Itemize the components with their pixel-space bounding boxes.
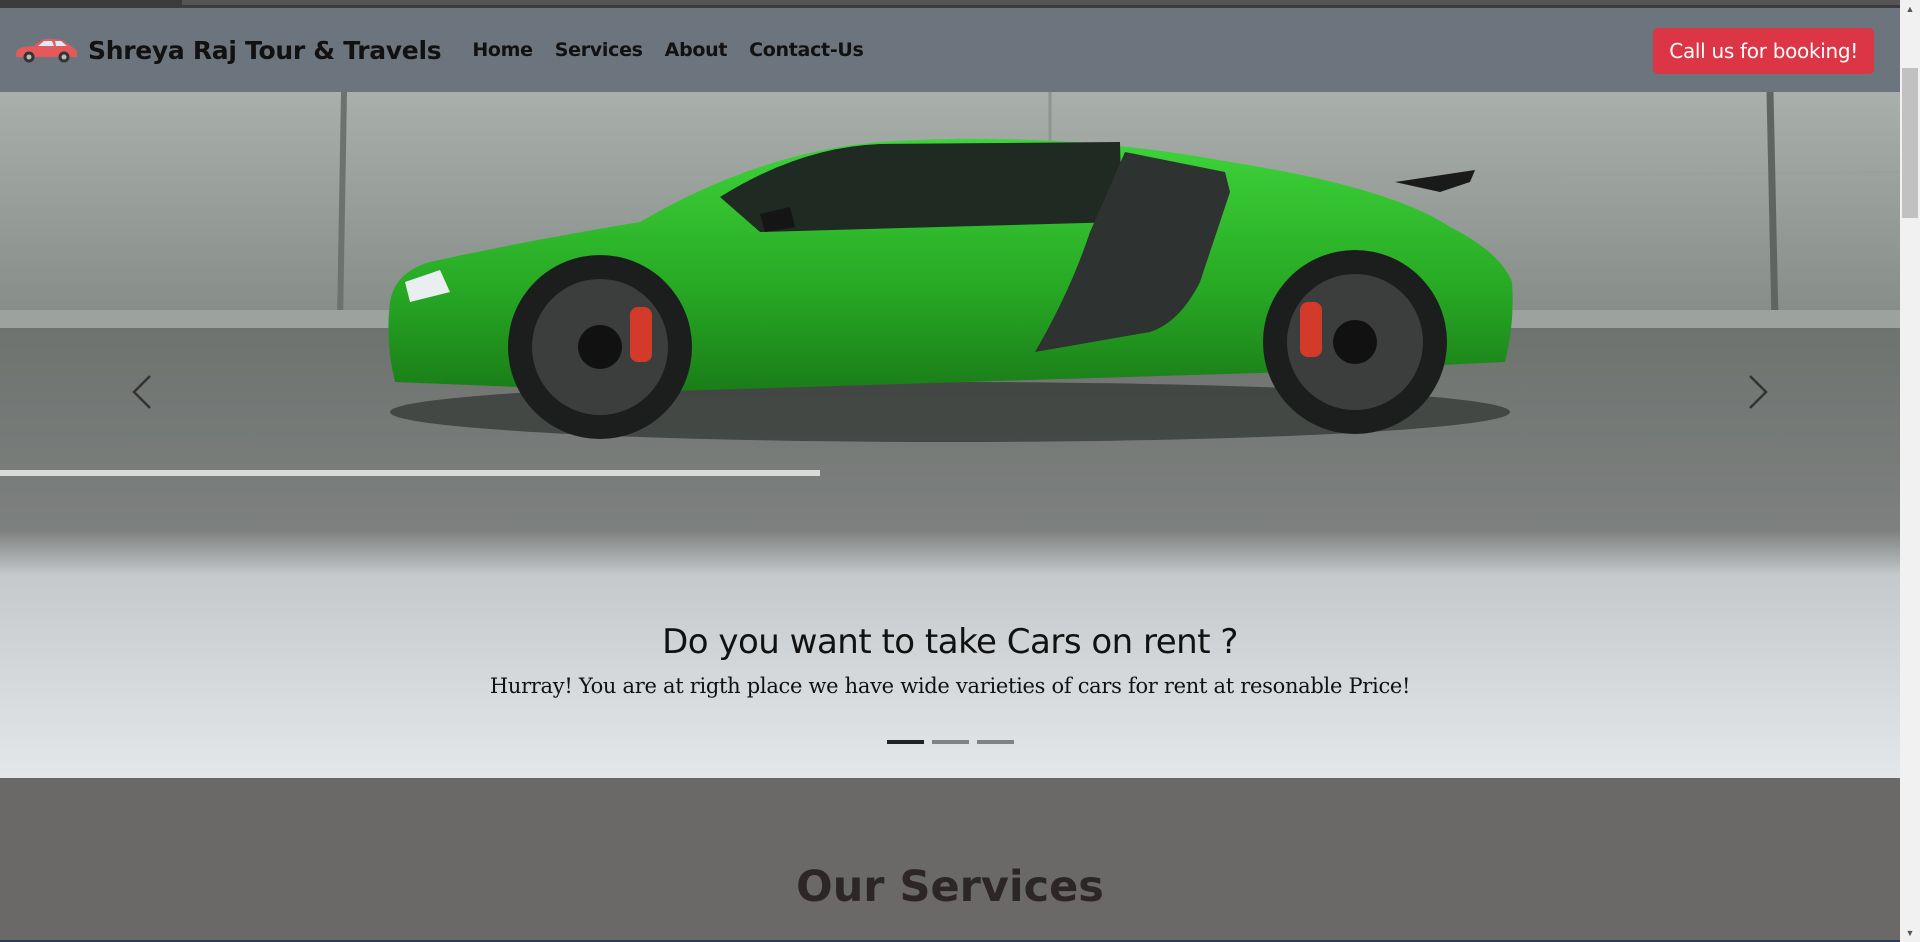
- carousel-text: Hurray! You are at rigth place we have w…: [489, 674, 1411, 698]
- carousel-indicator-3[interactable]: [976, 740, 1014, 744]
- carousel-indicator-1[interactable]: [886, 740, 924, 744]
- hero-carousel: Do you want to take Cars on rent ? Hurra…: [0, 92, 1900, 778]
- chevron-right-icon: [1749, 375, 1768, 409]
- scrollbar-thumb[interactable]: [1902, 68, 1918, 218]
- call-for-booking-button[interactable]: Call us for booking!: [1653, 28, 1874, 74]
- navbar: Shreya Raj Tour & Travels Home Services …: [0, 8, 1900, 92]
- car-icon: [16, 38, 77, 63]
- nav-link-about[interactable]: About: [665, 39, 728, 61]
- chevron-left-icon: [132, 375, 151, 409]
- nav-link-services[interactable]: Services: [555, 39, 643, 61]
- nav-link-contact[interactable]: Contact-Us: [749, 39, 864, 61]
- carousel-heading: Do you want to take Cars on rent ?: [662, 622, 1238, 662]
- carousel-indicators: [0, 740, 1900, 744]
- brand-name: Shreya Raj Tour & Travels: [88, 35, 442, 65]
- scroll-up-arrow-icon[interactable]: ▲: [1900, 0, 1920, 18]
- top-scroll-thumb: [182, 0, 1900, 5]
- services-heading: Our Services: [796, 862, 1104, 912]
- brand[interactable]: Shreya Raj Tour & Travels: [14, 35, 442, 65]
- page-scrollbar[interactable]: ▲ ▼: [1900, 0, 1920, 942]
- carousel-prev-button[interactable]: [122, 362, 162, 422]
- carousel-next-button[interactable]: [1738, 362, 1778, 422]
- carousel-indicator-2[interactable]: [931, 740, 969, 744]
- nav-links: Home Services About Contact-Us: [461, 39, 874, 61]
- scroll-down-arrow-icon[interactable]: ▼: [1900, 924, 1920, 942]
- top-strip: [0, 0, 1900, 8]
- nav-link-home[interactable]: Home: [472, 39, 533, 61]
